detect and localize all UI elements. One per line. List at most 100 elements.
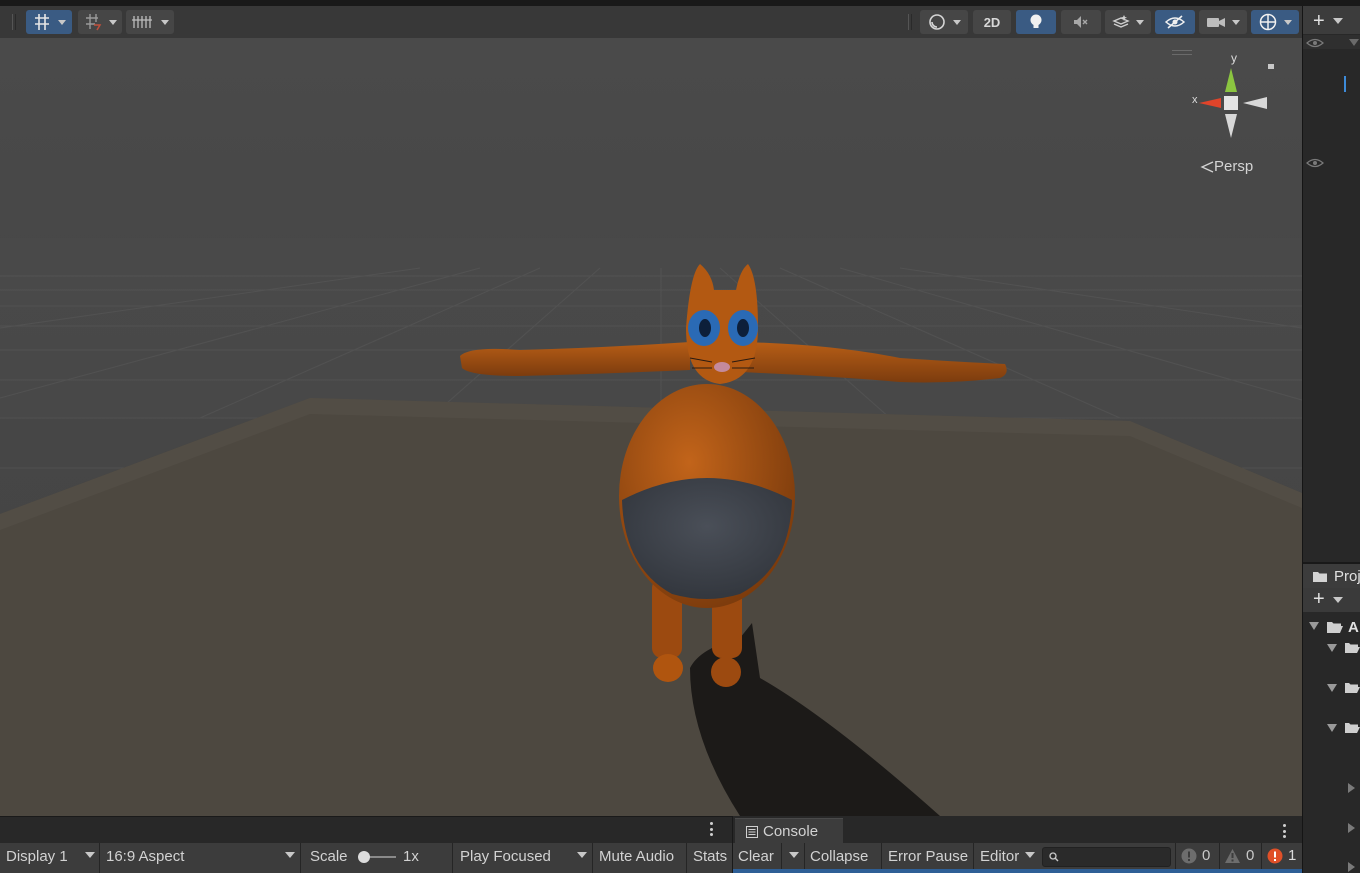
- gizmo-globe-icon: [1259, 13, 1277, 31]
- stats-toggle[interactable]: Stats: [693, 848, 727, 865]
- folder-open-icon: [1345, 683, 1360, 693]
- warning-icon: [1225, 848, 1240, 863]
- game-view-toolbar: Display 1 16:9 Aspect Scale 1x Play Focu…: [0, 843, 732, 873]
- perspective-icon: [1200, 160, 1214, 173]
- chevron-down-icon: [1284, 19, 1292, 25]
- chevron-down-icon[interactable]: [1333, 18, 1343, 24]
- game-view-menu-icon[interactable]: [710, 822, 714, 836]
- eye-hidden-icon: [1164, 15, 1186, 29]
- horizon-haze: [0, 238, 1302, 418]
- tree-collapsed-icon[interactable]: [1348, 823, 1355, 833]
- folder-icon: [1313, 572, 1327, 582]
- project-tabbar: Proj: [1303, 564, 1360, 588]
- eye-icon[interactable]: [1306, 158, 1324, 168]
- folder-open-icon: [1345, 723, 1360, 733]
- increment-snap-button[interactable]: [78, 10, 122, 34]
- display-select[interactable]: Display 1: [6, 848, 68, 865]
- orientation-gizmo[interactable]: [1187, 52, 1277, 142]
- error-pause-toggle[interactable]: Error Pause: [888, 848, 968, 865]
- aspect-select[interactable]: 16:9 Aspect: [106, 848, 184, 865]
- 2d-mode-button[interactable]: 2D: [973, 10, 1011, 34]
- hierarchy-toolbar: [1303, 6, 1360, 34]
- warning-count: 0: [1246, 847, 1255, 864]
- toolbar-divider: [99, 843, 100, 873]
- character-left-foot: [653, 654, 683, 682]
- tree-collapsed-icon[interactable]: [1348, 862, 1355, 872]
- clear-button[interactable]: Clear: [738, 848, 774, 865]
- tree-collapsed-icon[interactable]: [1348, 783, 1355, 793]
- project-tab[interactable]: Proj: [1312, 568, 1360, 585]
- scale-slider-thumb[interactable]: [358, 851, 370, 863]
- lightbulb-icon: [1030, 14, 1042, 28]
- console-tab-label: Console: [763, 823, 819, 840]
- chevron-down-icon[interactable]: [1349, 39, 1359, 46]
- chevron-down-icon: [952, 19, 961, 25]
- toolbar-divider: [452, 843, 453, 873]
- error-icon: [1267, 848, 1283, 863]
- chevron-down-icon[interactable]: [577, 852, 587, 858]
- toolbar-divider: [300, 843, 301, 873]
- chevron-down-icon[interactable]: [1025, 852, 1035, 858]
- tree-expand-icon[interactable]: [1327, 724, 1337, 732]
- create-add-button[interactable]: +: [1313, 10, 1325, 33]
- console-tab[interactable]: Console: [735, 818, 843, 844]
- shading-sphere-icon: [928, 14, 945, 30]
- project-toolbar: +: [1303, 588, 1360, 612]
- chevron-down-icon: [161, 19, 169, 25]
- toolbar-divider: [686, 843, 687, 873]
- scale-value: 1x: [403, 848, 419, 865]
- info-count: 0: [1202, 847, 1211, 864]
- info-icon: [1181, 848, 1197, 863]
- console-icon: [746, 826, 758, 838]
- folder-open-icon: [1345, 643, 1360, 653]
- project-add-button[interactable]: +: [1313, 588, 1325, 611]
- grid-snap-button[interactable]: [26, 10, 72, 34]
- project-tab-label: Proj: [1334, 568, 1360, 585]
- console-search-input[interactable]: [1042, 847, 1171, 867]
- hierarchy-selection-marker: [1344, 76, 1346, 92]
- camera-icon: [1207, 18, 1225, 27]
- collapse-toggle[interactable]: Collapse: [810, 848, 868, 865]
- lighting-toggle-button[interactable]: [1016, 10, 1056, 34]
- increment-snap-icon: [86, 14, 102, 31]
- overlay-drag-handle[interactable]: [1172, 50, 1192, 55]
- scene-camera-button[interactable]: [1199, 10, 1247, 34]
- grid-visibility-button[interactable]: [126, 10, 174, 34]
- gizmo-y-label: y: [1231, 51, 1237, 65]
- chevron-down-icon: [1136, 19, 1144, 25]
- projection-toggle[interactable]: Persp: [1200, 158, 1253, 175]
- warning-count-toggle[interactable]: 0: [1224, 847, 1254, 864]
- audio-toggle-button[interactable]: [1061, 10, 1101, 34]
- gizmos-button[interactable]: [1251, 10, 1299, 34]
- game-view-tabbar: [0, 816, 732, 843]
- error-count-toggle[interactable]: 1: [1267, 847, 1296, 864]
- scale-label: Scale: [310, 848, 348, 865]
- tree-expand-icon[interactable]: [1309, 622, 1319, 630]
- mute-audio-toggle[interactable]: Mute Audio: [599, 848, 674, 865]
- chevron-down-icon[interactable]: [285, 852, 295, 858]
- project-root-folder[interactable]: A: [1348, 619, 1359, 636]
- scene-viewport[interactable]: y x Persp: [0, 38, 1302, 816]
- play-mode-select[interactable]: Play Focused: [460, 848, 551, 865]
- chevron-down-icon[interactable]: [85, 852, 95, 858]
- shading-mode-button[interactable]: [920, 10, 968, 34]
- tree-expand-icon[interactable]: [1327, 644, 1337, 652]
- scene-render: [0, 238, 1302, 816]
- grid-lines-icon: [132, 16, 152, 28]
- toolbar-grip: [12, 14, 16, 30]
- console-toolbar: Clear Collapse Error Pause Editor 0 0 1: [733, 843, 1302, 873]
- info-count-toggle[interactable]: 0: [1181, 847, 1210, 864]
- chevron-down-icon[interactable]: [1333, 597, 1343, 603]
- clear-options-dropdown[interactable]: [789, 852, 799, 858]
- folder-open-icon: [1327, 622, 1343, 633]
- console-menu-icon[interactable]: [1283, 824, 1287, 838]
- toolbar-separator: [908, 14, 912, 30]
- character-nose: [714, 362, 730, 372]
- editor-select[interactable]: Editor: [980, 848, 1019, 865]
- effects-button[interactable]: [1105, 10, 1151, 34]
- tree-expand-icon[interactable]: [1327, 684, 1337, 692]
- eye-icon[interactable]: [1306, 38, 1324, 48]
- search-icon: [1049, 852, 1059, 862]
- hierarchy-panel: +: [1303, 6, 1360, 562]
- scene-visibility-button[interactable]: [1155, 10, 1195, 34]
